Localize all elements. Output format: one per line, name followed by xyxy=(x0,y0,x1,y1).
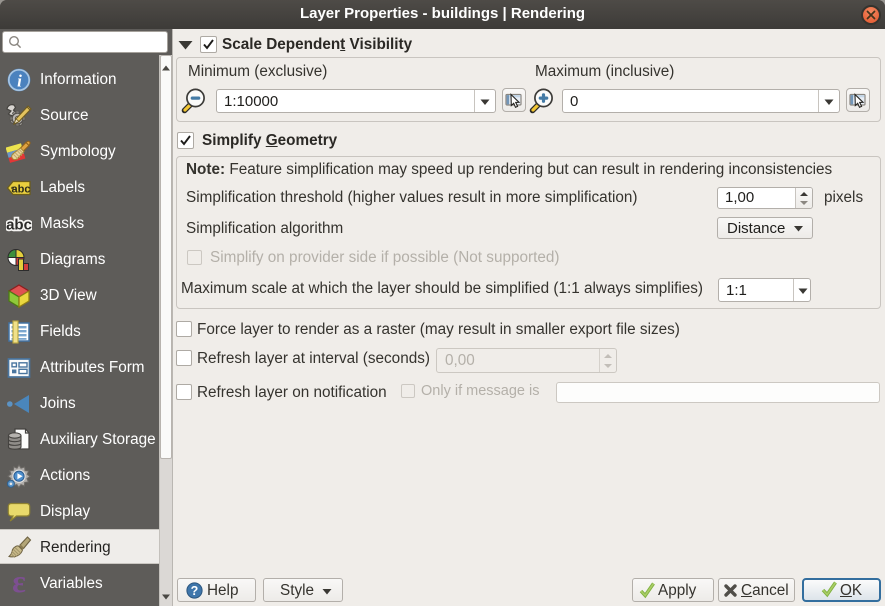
svg-text:ε: ε xyxy=(12,571,26,597)
svg-text:abc: abc xyxy=(12,183,31,195)
svg-text:abc: abc xyxy=(6,216,32,233)
svg-text:?: ? xyxy=(191,584,199,598)
svg-text:i: i xyxy=(17,71,22,90)
